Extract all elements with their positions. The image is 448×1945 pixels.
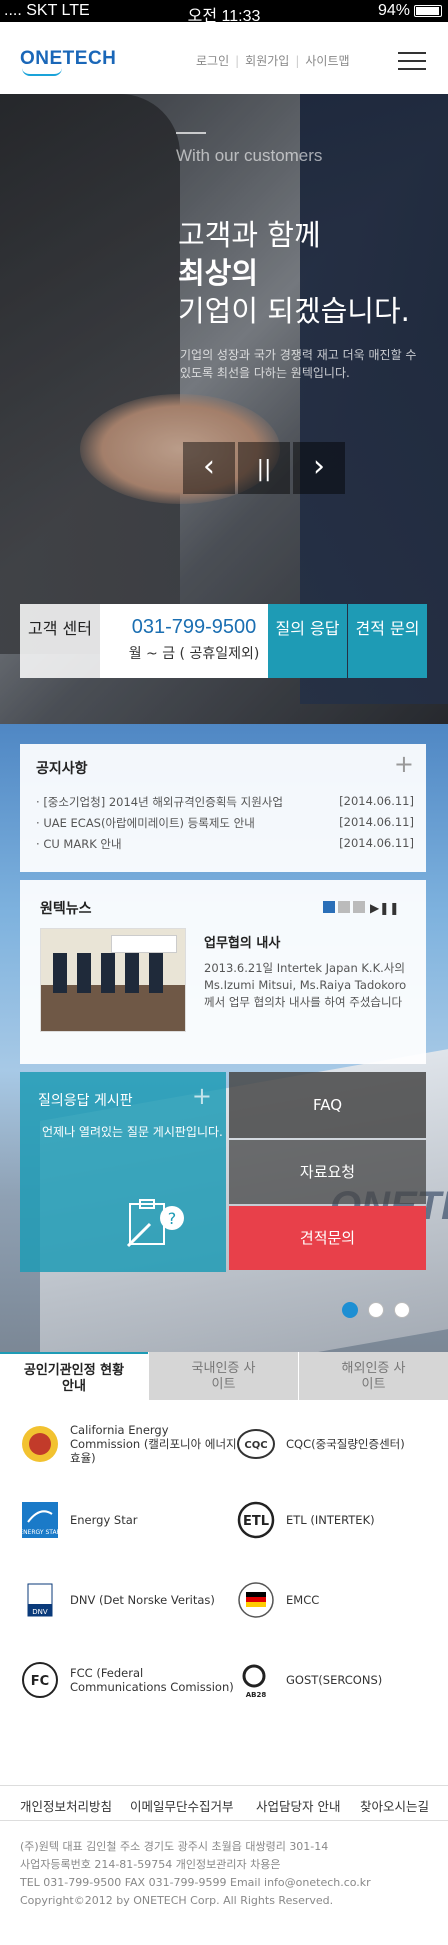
pause-slide-button[interactable]: || [238, 442, 290, 494]
slide-indicator [342, 1302, 420, 1322]
news-photo[interactable] [40, 928, 186, 1032]
battery-icon [414, 5, 442, 17]
top-links: 로그인 | 회원가입 | 사이트맵 [196, 52, 350, 69]
page-dot[interactable] [338, 901, 350, 913]
chevron-right-icon: › [313, 449, 325, 484]
hamburger-icon[interactable] [398, 52, 426, 72]
hero-description: 기업의 성장과 국가 경쟁력 재고 더욱 매진할 수 있도록 최선을 다하는 원… [180, 348, 417, 380]
customer-center-bar: 고객 센터 031-799-9500 월 ~ 금 ( 공휴일제외) 질의 응답 … [20, 604, 427, 678]
notice-title: 공지사항 [36, 761, 88, 777]
directions-link[interactable]: 찾아오시는길 [360, 1796, 429, 1815]
page-dot[interactable] [323, 901, 335, 913]
battery-percent: 94% [377, 2, 410, 19]
emcc-icon [238, 1582, 274, 1618]
fcc-icon: FC [22, 1662, 58, 1698]
list-item[interactable]: · CU MARK 안내 [2014.06.11] [36, 836, 414, 857]
svg-text:ENERGY STAR: ENERGY STAR [20, 1529, 60, 1536]
list-item[interactable]: · UAE ECAS(아랍에미레이트) 등록제도 안내 [2014.06.11] [36, 815, 414, 836]
phone-number: 031-799-9500 [131, 616, 257, 638]
faq-button[interactable]: FAQ [229, 1072, 426, 1138]
estimate-button[interactable]: 견적 문의 [348, 604, 427, 678]
page-dot[interactable] [394, 1302, 410, 1318]
logo-text: ONETECH [20, 48, 117, 69]
news-item-title[interactable]: 업무협의 내사 [204, 932, 280, 951]
cqc-icon: CQC [237, 1429, 275, 1459]
login-link[interactable]: 로그인 [196, 52, 229, 69]
qa-button[interactable]: 질의 응답 [268, 604, 347, 678]
customer-center-label: 고객 센터 [20, 604, 100, 678]
clipboard-question-icon: ? [126, 1199, 184, 1248]
business-contact-link[interactable]: 사업담당자 안내 [256, 1796, 340, 1815]
pause-icon: || [256, 457, 272, 482]
footer-info: (주)원텍 대표 김인철 주소 경기도 광주시 초월읍 대쌍령리 301-14 … [20, 1840, 371, 1907]
svg-text:?: ? [168, 1209, 177, 1228]
privacy-policy-link[interactable]: 개인정보처리방침 [20, 1796, 112, 1815]
svg-text:DNV: DNV [32, 1608, 48, 1616]
onetech-logo[interactable]: ONETECH [20, 48, 117, 76]
status-bar: .... SKT LTE 오전 11:33 94% [0, 0, 448, 25]
news-item-desc: 2013.6.21일 Intertek Japan K.K.사의 Ms.Izum… [204, 961, 407, 1009]
tab-domestic-cert[interactable]: 국내인증 사이트 [148, 1352, 298, 1400]
svg-text:CQC: CQC [244, 1440, 267, 1451]
dnv-icon: DNV [27, 1583, 53, 1617]
tab-accredited-agencies[interactable]: 공인기관인정 현황 안내 [0, 1352, 148, 1400]
footer-nav: 개인정보처리방침 이메일무단수집거부 사업담당자 안내 찾아오시는길 [0, 1785, 448, 1821]
qa-board-panel[interactable]: 질의응답 게시판 + 언제나 열려있는 질문 게시판입니다. ? [20, 1072, 226, 1272]
news-pager[interactable]: ▶❚❚ [323, 901, 399, 920]
no-email-collection-link[interactable]: 이메일무단수집거부 [130, 1796, 234, 1815]
site-header: ONETECH 로그인 | 회원가입 | 사이트맵 [0, 22, 448, 94]
energy-star-icon: ENERGY STAR [20, 1502, 60, 1538]
estimate-inquiry-button[interactable]: 견적문의 [229, 1206, 426, 1270]
chevron-left-icon: ‹ [203, 449, 215, 484]
plus-icon[interactable]: + [192, 1082, 212, 1110]
hero-headline: 고객과 함께 최상의 기업이 되겠습니다. [178, 218, 410, 328]
play-pause-icon[interactable]: ▶❚❚ [370, 901, 399, 915]
request-data-button[interactable]: 자료요청 [229, 1140, 426, 1204]
sitemap-link[interactable]: 사이트맵 [305, 52, 349, 69]
phone-block[interactable]: 031-799-9500 월 ~ 금 ( 공휴일제외) [100, 604, 288, 678]
qa-board-desc: 언제나 열려있는 질문 게시판입니다. [42, 1125, 223, 1139]
etl-icon: ETL [237, 1501, 275, 1539]
california-energy-commission-icon [22, 1426, 58, 1462]
list-item[interactable]: · [중소기업청] 2014년 해외규격인증획득 지원사업 [2014.06.11… [36, 794, 414, 815]
svg-text:AB28: AB28 [246, 1691, 267, 1699]
page-dot[interactable] [342, 1302, 358, 1318]
qa-board-title: 질의응답 게시판 [38, 1093, 133, 1109]
business-hours: 월 ~ 금 ( 공휴일제외) [128, 646, 260, 662]
hero-subtitle: With our customers [176, 146, 323, 165]
next-slide-button[interactable]: › [293, 442, 345, 494]
news-panel: 원텍뉴스 ▶❚❚ 업무협의 내사 2013.6.21일 Intertek Jap… [20, 880, 426, 1064]
plus-icon[interactable]: + [394, 750, 414, 778]
signup-link[interactable]: 회원가입 [245, 52, 289, 69]
prev-slide-button[interactable]: ‹ [183, 442, 235, 494]
page-dot[interactable] [368, 1302, 384, 1318]
gost-icon: AB28 [242, 1664, 267, 1699]
news-title: 원텍뉴스 [40, 901, 92, 917]
tab-overseas-cert[interactable]: 해외인증 사이트 [298, 1352, 448, 1400]
cert-tabs: 공인기관인정 현황 안내 국내인증 사이트 해외인증 사이트 [0, 1352, 448, 1400]
page-dot[interactable] [353, 901, 365, 913]
svg-text:ETL: ETL [243, 1514, 269, 1529]
notice-panel: 공지사항 + · [중소기업청] 2014년 해외규격인증획득 지원사업 [201… [20, 744, 426, 872]
svg-text:FC: FC [31, 1674, 49, 1689]
